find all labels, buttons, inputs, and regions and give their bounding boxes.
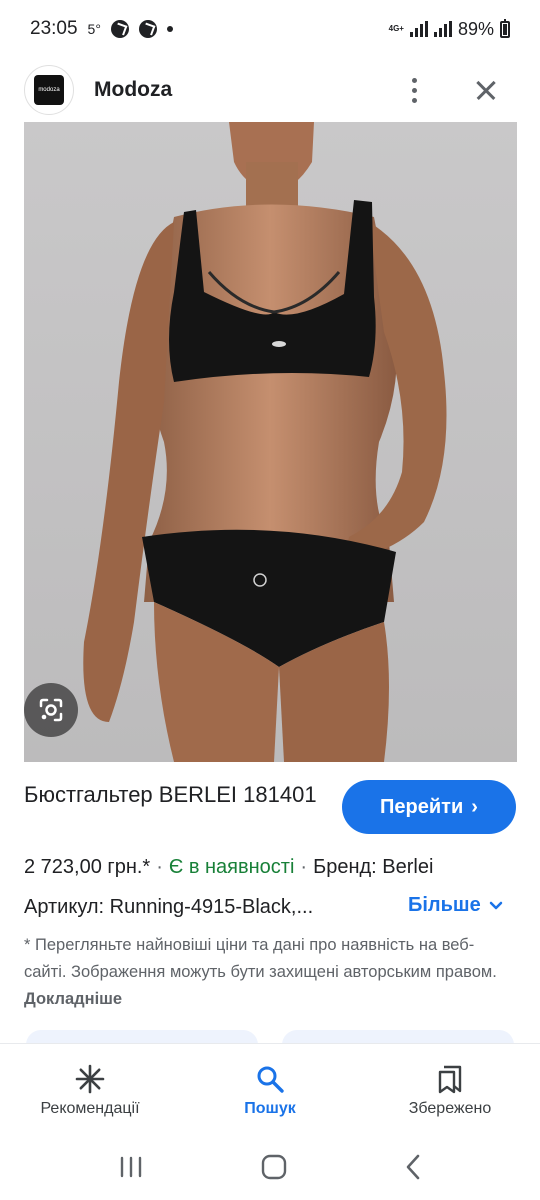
battery-icon bbox=[500, 18, 510, 38]
bookmarks-icon bbox=[435, 1064, 465, 1094]
notification-icon bbox=[110, 20, 129, 38]
site-logo[interactable]: modoza bbox=[24, 65, 74, 115]
disclaimer: * Перегляньте найновіші ціни та дані про… bbox=[24, 932, 516, 1013]
visit-button[interactable]: Перейти › bbox=[342, 780, 516, 834]
more-notifications-icon bbox=[166, 26, 173, 32]
status-time: 23:05 bbox=[30, 18, 78, 39]
network-type: 4G+ bbox=[388, 24, 404, 33]
asterisk-icon bbox=[75, 1064, 105, 1094]
back-icon[interactable] bbox=[403, 1153, 423, 1186]
signal-icon bbox=[433, 21, 452, 37]
logo-text: modoza bbox=[34, 75, 64, 105]
lens-search-button[interactable] bbox=[24, 683, 78, 737]
chevron-down-icon bbox=[489, 901, 502, 909]
chevron-right-icon: › bbox=[471, 795, 478, 818]
bottom-nav: Рекомендації Пошук Збережено bbox=[0, 1043, 540, 1138]
product-meta: 2 723,00 грн.* · Є в наявності · Бренд: Berl… bbox=[24, 856, 516, 879]
model-illustration bbox=[83, 122, 447, 762]
search-icon bbox=[255, 1064, 285, 1094]
related-card[interactable] bbox=[26, 1030, 258, 1044]
signal-icon bbox=[409, 21, 428, 37]
product-image[interactable] bbox=[24, 122, 517, 762]
more-button[interactable]: Більше bbox=[408, 894, 503, 917]
battery-level: 89% bbox=[457, 18, 494, 39]
related-card[interactable] bbox=[282, 1030, 514, 1044]
product-title: Бюстгальтер BERLEI 181401 bbox=[24, 782, 317, 807]
close-icon[interactable] bbox=[464, 68, 508, 112]
separator-dot: · bbox=[300, 856, 308, 878]
nav-saved[interactable]: Збережено bbox=[360, 1044, 540, 1138]
sku: Артикул: Running-4915-Black,... bbox=[24, 896, 314, 918]
lens-icon bbox=[39, 698, 63, 722]
system-navigation bbox=[0, 1138, 540, 1200]
site-name[interactable]: Modoza bbox=[94, 78, 172, 102]
learn-more-link[interactable]: Докладніше bbox=[24, 990, 122, 1008]
related-cards bbox=[0, 1030, 540, 1044]
more-options-icon[interactable] bbox=[392, 68, 436, 112]
recent-apps-icon[interactable] bbox=[117, 1155, 145, 1184]
separator-dot: · bbox=[156, 856, 163, 878]
home-icon[interactable] bbox=[260, 1153, 288, 1186]
status-bar: 23:05 5° 4G+ 89% bbox=[0, 0, 540, 58]
more-label: Більше bbox=[408, 894, 481, 916]
disclaimer-text: * Перегляньте найновіші ціни та дані про… bbox=[24, 936, 497, 981]
availability: Є в наявності bbox=[168, 856, 295, 878]
nav-recommendations[interactable]: Рекомендації bbox=[0, 1044, 180, 1138]
price: 2 723,00 грн.* bbox=[24, 856, 151, 878]
notification-icon bbox=[138, 20, 157, 38]
nav-search[interactable]: Пошук bbox=[180, 1044, 360, 1138]
status-temperature: 5° bbox=[87, 21, 101, 37]
visit-label: Перейти bbox=[380, 795, 464, 818]
nav-label: Пошук bbox=[244, 1100, 296, 1117]
brand: Бренд: Berlei bbox=[313, 856, 434, 878]
app-header: modoza Modoza bbox=[0, 58, 540, 122]
nav-label: Збережено bbox=[408, 1100, 492, 1117]
nav-label: Рекомендації bbox=[40, 1100, 140, 1117]
